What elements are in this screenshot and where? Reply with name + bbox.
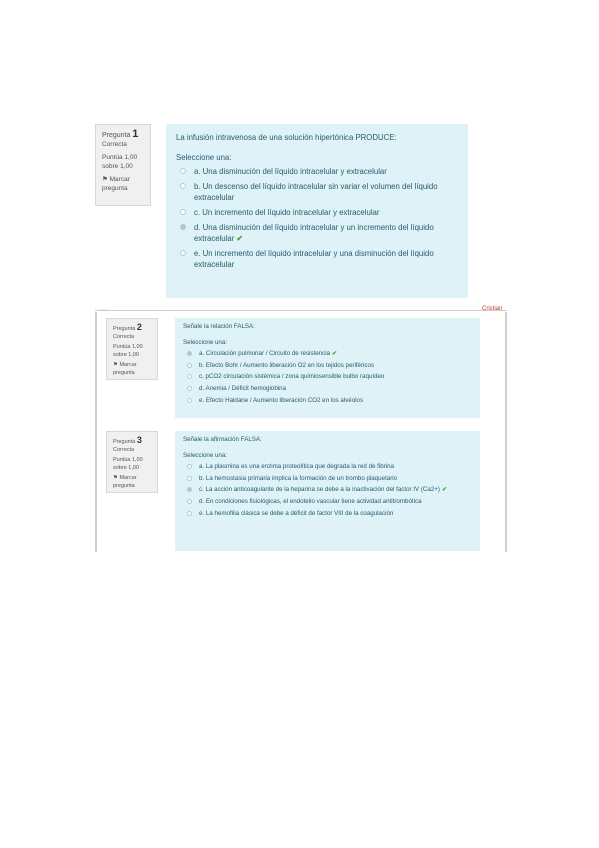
answer-option-text: c. Un incremento del líquido intracelula… — [194, 208, 380, 217]
answer-option-text: b. Un descenso del líquido intracelular … — [194, 182, 438, 202]
answer-option-text: d. Anemia / Déficit hemoglobina — [199, 384, 287, 392]
answer-option-text: b. La hemostasia primaria implica la for… — [199, 474, 398, 482]
answer-option[interactable]: a. La plasmina es una enzima proteolític… — [183, 463, 472, 472]
answer-option[interactable]: b. Un descenso del líquido intracelular … — [176, 181, 458, 203]
answer-option[interactable]: d. Una disminución del líquido intracelu… — [176, 222, 458, 244]
question-label: Pregunta — [113, 326, 136, 332]
answer-option[interactable]: c. La acción anticoagulante de la hepari… — [183, 486, 472, 495]
answer-options: a. Una disminución del líquido intracelu… — [176, 166, 458, 270]
answer-option[interactable]: b. La hemostasia primaria implica la for… — [183, 475, 472, 484]
answer-option-text: d. Una disminución del líquido intracelu… — [194, 223, 434, 243]
answer-option-text: e. La hemofilia clásica se debe a défici… — [199, 509, 394, 517]
tiny-label: ..... — [100, 306, 107, 312]
radio-button[interactable] — [180, 224, 186, 230]
select-one-label: Seleccione una: — [183, 338, 228, 346]
radio-button[interactable] — [187, 510, 192, 516]
answer-option-text: a. La plasmina es una enzima proteolític… — [199, 463, 395, 471]
answer-options: a. Circulación pulmonar / Circuito de re… — [183, 350, 472, 405]
question-status: Correcta — [113, 333, 135, 340]
question-prompt: Señale la afirmación FALSA: — [183, 436, 262, 443]
answer-option[interactable]: c. Un incremento del líquido intracelula… — [176, 207, 458, 218]
question-number: 3 — [136, 435, 142, 445]
radio-button[interactable] — [187, 362, 192, 368]
question-number: 2 — [136, 322, 142, 332]
select-one-label: Seleccione una: — [176, 153, 232, 162]
question-label: Pregunta — [102, 132, 131, 139]
checkmark-icon: ✔ — [441, 486, 448, 494]
flag-question-link[interactable]: ⚑ Marcar pregunta — [113, 362, 151, 377]
radio-button[interactable] — [187, 351, 192, 357]
radio-button[interactable] — [180, 168, 186, 174]
answer-option-text: e. Un incremento del líquido intracelula… — [194, 249, 434, 269]
answer-option-text: b. Efecto Bohr / Aumento liberación O2 e… — [199, 361, 375, 369]
question-prompt: Señale la relación FALSA: — [183, 323, 255, 330]
answer-option-text: a. Una disminución del líquido intracelu… — [194, 167, 387, 176]
radio-button[interactable] — [187, 464, 192, 470]
question-score: Puntúa 1,00 sobre 1,00 — [102, 154, 138, 170]
answer-option-text: d. En condiciones fisiológicas, el endot… — [199, 497, 422, 505]
question-score: Puntúa 1,00 sobre 1,00 — [113, 457, 143, 471]
question-content: Señale la afirmación FALSA: Seleccione u… — [175, 431, 480, 551]
radio-button[interactable] — [180, 183, 186, 189]
answer-option[interactable]: c. pCO2 circulación sistémica / zona qui… — [183, 373, 472, 382]
checkmark-icon: ✔ — [332, 350, 338, 358]
answer-option[interactable]: b. Efecto Bohr / Aumento liberación O2 e… — [183, 362, 472, 371]
user-name-corner: Cristian — [482, 306, 503, 312]
question-info-panel: Pregunta 2 Correcta Puntúa 1,00 sobre 1,… — [106, 318, 158, 380]
flag-question-link[interactable]: ⚑ Marcar pregunta — [113, 475, 151, 490]
answer-option-text: e. Efecto Haldane / Aumento liberación C… — [199, 396, 364, 404]
radio-button[interactable] — [187, 475, 192, 481]
radio-button[interactable] — [187, 487, 192, 493]
answer-option-text: c. pCO2 circulación sistémica / zona qui… — [199, 373, 385, 381]
question-score: Puntúa 1,00 sobre 1,00 — [113, 344, 143, 358]
flag-icon: ⚑ — [113, 475, 118, 481]
question-prompt: La infusión intravenosa de una solución … — [176, 133, 397, 142]
answer-option[interactable]: e. La hemofilia clásica se debe a défici… — [183, 510, 472, 519]
checkmark-icon: ✔ — [236, 234, 243, 243]
question-status: Correcta — [102, 141, 127, 148]
flag-icon: ⚑ — [113, 362, 118, 368]
frame-right-border — [505, 312, 507, 552]
question-label: Pregunta — [113, 439, 136, 445]
question-content: Señale la relación FALSA: Seleccione una… — [175, 318, 480, 418]
page-divider — [95, 310, 507, 311]
question-info-panel: Pregunta 1 Correcta Puntúa 1,00 sobre 1,… — [95, 124, 151, 206]
radio-button[interactable] — [187, 374, 192, 380]
answer-option[interactable]: d. En condiciones fisiológicas, el endot… — [183, 498, 472, 507]
frame-left-border — [95, 312, 97, 552]
answer-option[interactable]: e. Un incremento del líquido intracelula… — [176, 248, 458, 270]
flag-icon: ⚑ — [102, 176, 108, 183]
answer-option[interactable]: a. Una disminución del líquido intracelu… — [176, 166, 458, 177]
answer-option-text: c. La acción anticoagulante de la hepari… — [199, 486, 440, 494]
question-number: 1 — [132, 128, 139, 140]
radio-button[interactable] — [180, 209, 186, 215]
radio-button[interactable] — [180, 250, 186, 256]
question-info-panel: Pregunta 3 Correcta Puntúa 1,00 sobre 1,… — [106, 431, 158, 493]
answer-option[interactable]: d. Anemia / Déficit hemoglobina — [183, 385, 472, 394]
question-status: Correcta — [113, 446, 135, 453]
radio-button[interactable] — [187, 385, 192, 391]
radio-button[interactable] — [187, 498, 192, 504]
answer-option[interactable]: a. Circulación pulmonar / Circuito de re… — [183, 350, 472, 359]
question-content: La infusión intravenosa de una solución … — [166, 124, 468, 298]
flag-question-link[interactable]: ⚑ Marcar pregunta — [102, 175, 144, 193]
select-one-label: Seleccione una: — [183, 451, 228, 459]
radio-button[interactable] — [187, 397, 192, 403]
answer-option-text: a. Circulación pulmonar / Circuito de re… — [199, 350, 331, 358]
answer-option[interactable]: e. Efecto Haldane / Aumento liberación C… — [183, 397, 472, 406]
answer-options: a. La plasmina es una enzima proteolític… — [183, 463, 472, 518]
